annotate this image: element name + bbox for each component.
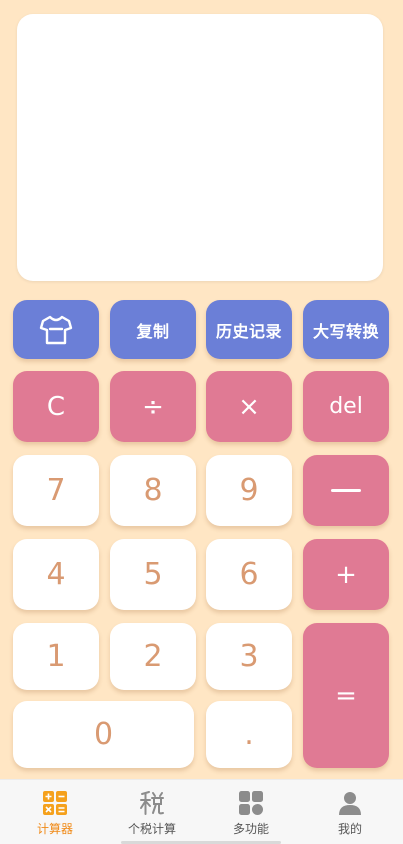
digit-0-button[interactable]: 0 xyxy=(13,701,194,768)
digit-3-button[interactable]: 3 xyxy=(206,623,292,690)
minus-button[interactable] xyxy=(303,455,389,526)
copy-label: 复制 xyxy=(136,321,170,341)
digit-4-button[interactable]: 4 xyxy=(13,539,99,610)
tab-multifunction-label: 多功能 xyxy=(232,822,269,836)
grid-icon xyxy=(239,791,263,815)
digit-5-button[interactable]: 5 xyxy=(110,539,196,610)
digit-8-button[interactable]: 8 xyxy=(110,455,196,526)
bottom-tab-bar: 计算器 个税计算 多功能 我的 xyxy=(0,779,403,844)
delete-label: del xyxy=(329,394,363,419)
digit-4-label: 4 xyxy=(46,557,66,592)
copy-button[interactable]: 复制 xyxy=(110,300,196,359)
digit-9-button[interactable]: 9 xyxy=(206,455,292,526)
calculator-display xyxy=(17,14,383,281)
divide-label: ÷ xyxy=(142,391,164,422)
uppercase-convert-label: 大写转换 xyxy=(312,321,379,341)
tax-icon xyxy=(140,791,164,815)
digit-8-label: 8 xyxy=(143,473,163,508)
decimal-point-label: . xyxy=(244,717,254,752)
digit-6-label: 6 xyxy=(239,557,259,592)
digit-3-label: 3 xyxy=(239,639,259,674)
history-button[interactable]: 历史记录 xyxy=(206,300,292,359)
uppercase-convert-button[interactable]: 大写转换 xyxy=(303,300,389,359)
digit-2-label: 2 xyxy=(143,639,163,674)
tab-mine-label: 我的 xyxy=(337,822,362,836)
divide-button[interactable]: ÷ xyxy=(110,371,196,442)
digit-9-label: 9 xyxy=(239,473,259,508)
digit-2-button[interactable]: 2 xyxy=(110,623,196,690)
digit-6-button[interactable]: 6 xyxy=(206,539,292,610)
tab-calculator[interactable]: 计算器 xyxy=(5,780,105,844)
tshirt-icon xyxy=(39,315,73,344)
plus-label: + xyxy=(335,559,357,590)
equals-button[interactable]: = xyxy=(303,623,389,768)
tab-mine[interactable]: 我的 xyxy=(300,780,400,844)
multiply-button[interactable]: × xyxy=(206,371,292,442)
calculator-app: 复制 历史记录 大写转换 C ÷ × del 7 8 9 4 5 6 + 1 2… xyxy=(0,0,403,844)
minus-icon xyxy=(331,489,361,492)
tab-tax[interactable]: 个税计算 xyxy=(102,780,202,844)
plus-button[interactable]: + xyxy=(303,539,389,610)
clear-label: C xyxy=(46,391,66,422)
skin-button[interactable] xyxy=(13,300,99,359)
tab-tax-label: 个税计算 xyxy=(127,822,176,836)
tab-multifunction[interactable]: 多功能 xyxy=(201,780,301,844)
digit-7-button[interactable]: 7 xyxy=(13,455,99,526)
delete-button[interactable]: del xyxy=(303,371,389,442)
digit-0-label: 0 xyxy=(93,717,114,752)
digit-1-label: 1 xyxy=(46,639,66,674)
multiply-label: × xyxy=(238,391,260,422)
decimal-point-button[interactable]: . xyxy=(206,701,292,768)
digit-5-label: 5 xyxy=(143,557,163,592)
tab-calculator-label: 计算器 xyxy=(36,822,73,836)
digit-7-label: 7 xyxy=(46,473,66,508)
calculator-icon xyxy=(43,791,67,815)
equals-label: = xyxy=(335,680,357,711)
history-label: 历史记录 xyxy=(215,321,282,341)
digit-1-button[interactable]: 1 xyxy=(13,623,99,690)
clear-button[interactable]: C xyxy=(13,371,99,442)
user-icon xyxy=(339,792,361,815)
